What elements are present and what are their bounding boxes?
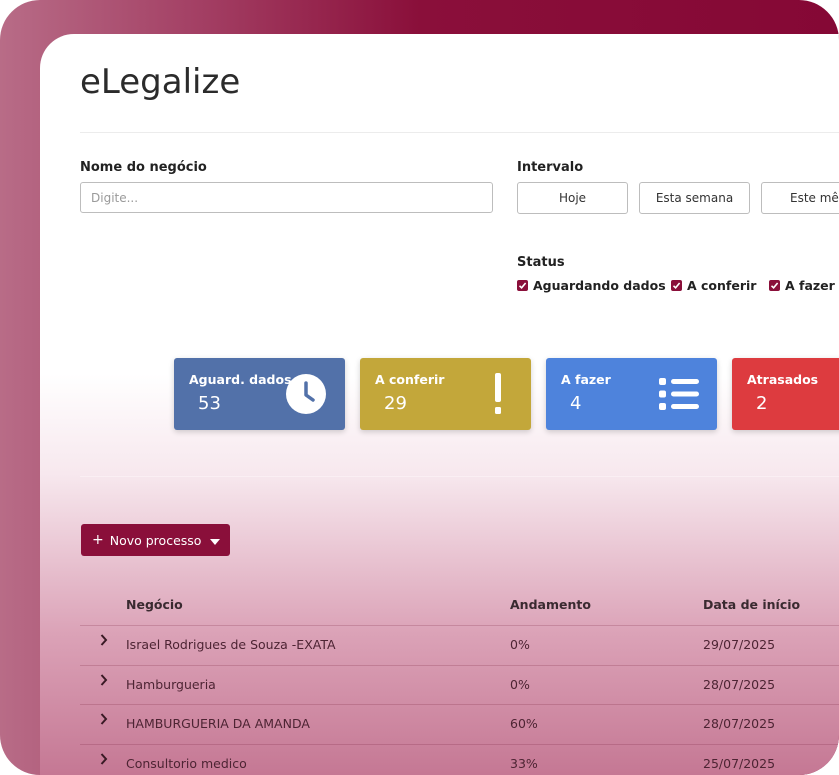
new-process-button[interactable]: + Novo processo <box>81 524 230 556</box>
interval-this-month-button[interactable]: Este mê <box>761 182 839 214</box>
status-label: Status <box>517 255 565 270</box>
table-row[interactable]: Israel Rodrigues de Souza -EXATA 0% 29/0… <box>80 625 839 665</box>
status-checkbox-to-check[interactable]: A conferir <box>671 278 756 293</box>
business-name-input[interactable] <box>80 182 493 213</box>
checkbox-checked-icon[interactable] <box>671 280 682 291</box>
chevron-right-icon[interactable] <box>100 673 108 691</box>
card-label: A conferir <box>375 372 445 387</box>
card-overdue[interactable]: Atrasados 2 <box>732 358 839 430</box>
status-checkbox-awaiting-data[interactable]: Aguardando dados <box>517 278 666 293</box>
checkbox-checked-icon[interactable] <box>769 280 780 291</box>
column-header-business[interactable]: Negócio <box>126 597 183 612</box>
cell-start-date: 28/07/2025 <box>703 677 776 692</box>
header-divider <box>80 132 839 133</box>
cell-business: HAMBURGUERIA DA AMANDA <box>126 716 310 731</box>
card-label: Atrasados <box>747 372 819 387</box>
interval-label: Intervalo <box>517 160 584 175</box>
list-icon <box>659 376 699 417</box>
table-row[interactable]: HAMBURGUERIA DA AMANDA 60% 28/07/2025 <box>80 704 839 744</box>
clock-icon <box>285 373 327 420</box>
cell-business: Israel Rodrigues de Souza -EXATA <box>126 637 336 652</box>
page-title: eLegalize <box>80 62 241 102</box>
app-window: eLegalize Nome do negócio Intervalo Hoje… <box>40 34 839 775</box>
card-count: 2 <box>756 393 768 414</box>
chevron-right-icon[interactable] <box>100 633 108 651</box>
plus-icon: + <box>92 532 104 548</box>
business-name-label: Nome do negócio <box>80 160 207 175</box>
cell-start-date: 25/07/2025 <box>703 756 776 771</box>
cell-start-date: 28/07/2025 <box>703 716 776 731</box>
card-label: Aguard. dados <box>189 372 292 387</box>
card-to-check[interactable]: A conferir 29 <box>360 358 531 430</box>
card-to-do[interactable]: A fazer 4 <box>546 358 717 430</box>
cell-business: Hamburgueria <box>126 677 216 692</box>
chevron-right-icon[interactable] <box>100 712 108 730</box>
cell-progress: 0% <box>510 637 530 652</box>
column-header-start-date[interactable]: Data de início <box>703 597 800 612</box>
checkbox-checked-icon[interactable] <box>517 280 528 291</box>
card-count: 4 <box>570 393 582 414</box>
cell-business: Consultorio medico <box>126 756 247 771</box>
cell-progress: 33% <box>510 756 538 771</box>
table-row[interactable]: Hamburgueria 0% 28/07/2025 <box>80 665 839 705</box>
card-count: 53 <box>198 393 221 414</box>
card-label: A fazer <box>561 372 611 387</box>
status-option-label: A conferir <box>687 278 757 293</box>
cell-start-date: 29/07/2025 <box>703 637 776 652</box>
cell-progress: 0% <box>510 677 530 692</box>
card-count: 29 <box>384 393 407 414</box>
section-divider <box>80 476 839 477</box>
column-header-progress[interactable]: Andamento <box>510 597 591 612</box>
table-row[interactable]: Consultorio medico 33% 25/07/2025 <box>80 744 839 775</box>
card-awaiting-data[interactable]: Aguard. dados 53 <box>174 358 345 430</box>
interval-today-button[interactable]: Hoje <box>517 182 628 214</box>
new-process-label: Novo processo <box>109 532 202 548</box>
status-checkbox-to-do[interactable]: A fazer <box>769 278 835 293</box>
cell-progress: 60% <box>510 716 538 731</box>
status-option-label: Aguardando dados <box>533 278 666 293</box>
interval-this-week-button[interactable]: Esta semana <box>639 182 750 214</box>
background-frame: eLegalize Nome do negócio Intervalo Hoje… <box>0 0 839 775</box>
caret-down-icon <box>210 533 221 548</box>
chevron-right-icon[interactable] <box>100 752 108 770</box>
exclamation-icon <box>493 373 503 420</box>
status-option-label: A fazer <box>785 278 835 293</box>
